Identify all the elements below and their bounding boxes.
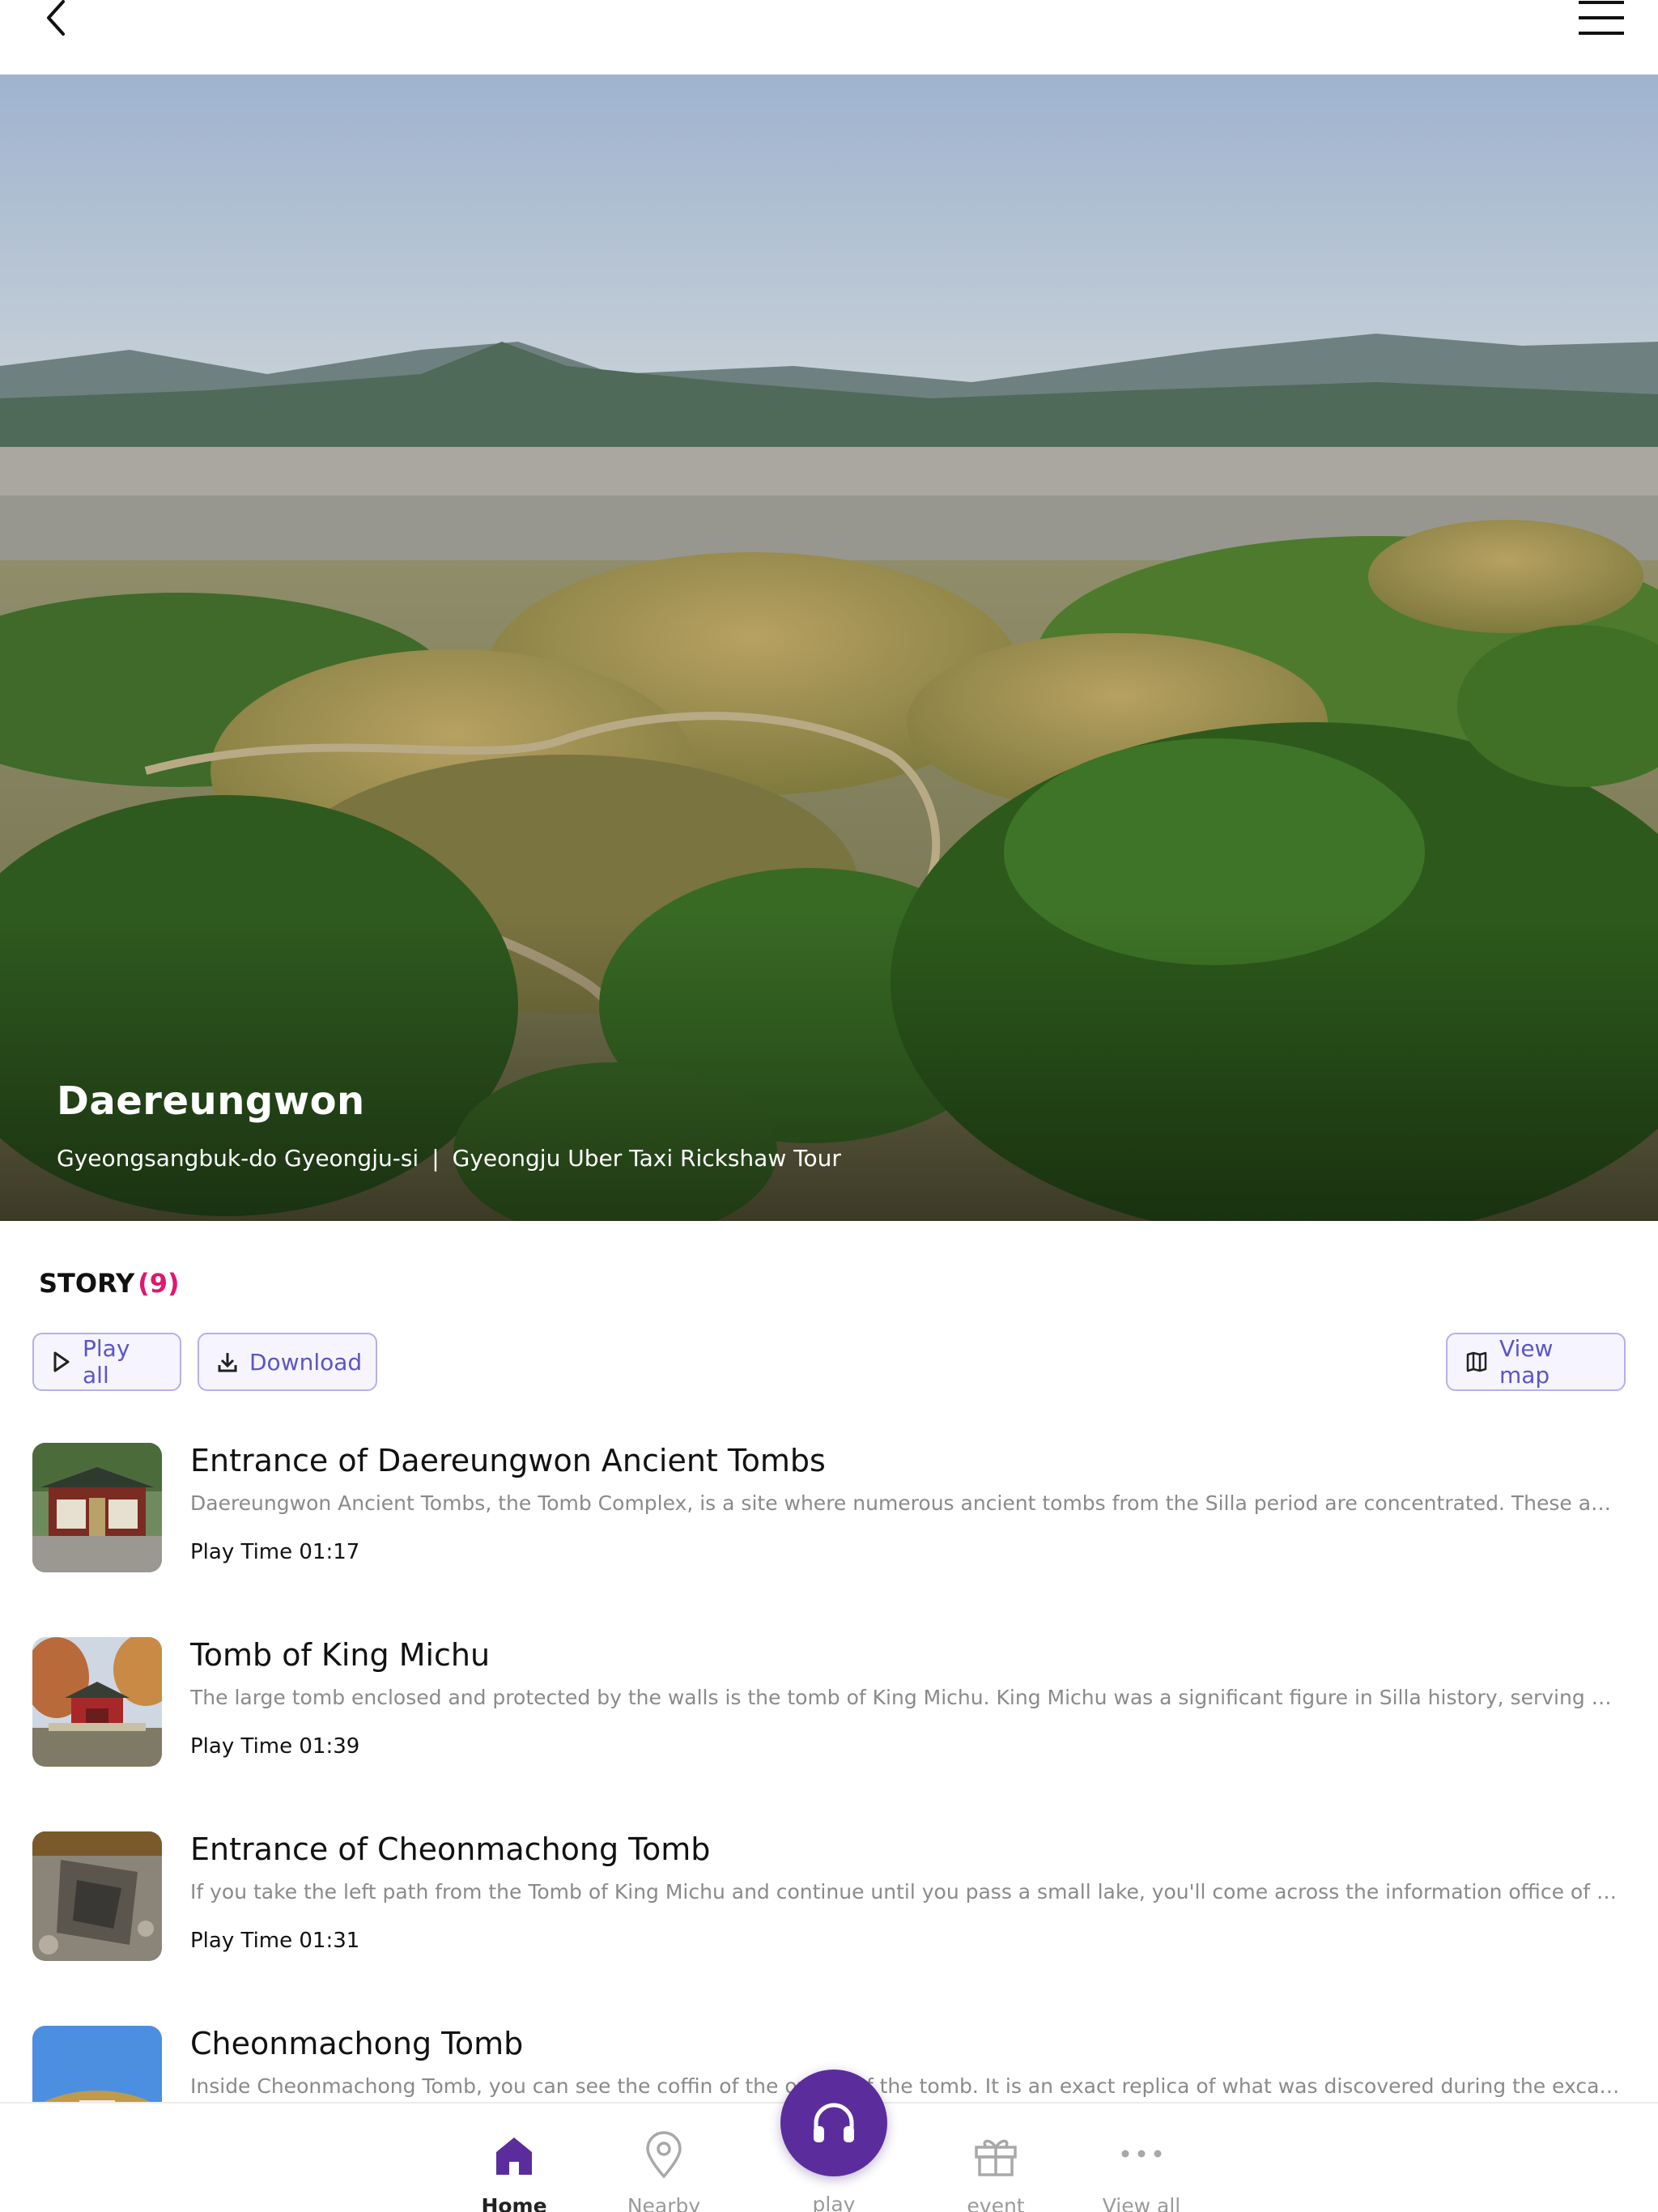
story-title: Entrance of Cheonmachong Tomb bbox=[190, 1831, 711, 1867]
nav-play-label: play bbox=[812, 2193, 856, 2212]
nav-home-label: Home bbox=[481, 2194, 547, 2212]
menu-button[interactable] bbox=[1577, 0, 1626, 37]
story-play-time: Play Time 01:17 bbox=[190, 1540, 360, 1564]
story-title: Cheonmachong Tomb bbox=[190, 2026, 524, 2061]
nav-event-label: event bbox=[967, 2194, 1025, 2212]
story-play-time: Play Time 01:39 bbox=[190, 1734, 360, 1759]
location-pin-icon bbox=[646, 2131, 682, 2179]
chevron-left-icon bbox=[47, 0, 65, 36]
top-bar bbox=[0, 0, 1658, 74]
story-heading: STORY (9) bbox=[39, 1268, 180, 1299]
view-map-button[interactable]: View map bbox=[1446, 1333, 1626, 1391]
story-description: Daereungwon Ancient Tombs, the Tomb Comp… bbox=[190, 1491, 1623, 1515]
screen: Daereungwon Gyeongsangbuk-do Gyeongju-si… bbox=[0, 0, 1658, 2212]
story-thumbnail bbox=[32, 1831, 162, 1961]
hero-subtitle: Gyeongsangbuk-do Gyeongju-si | Gyeongju Ub… bbox=[57, 1145, 841, 1172]
map-icon bbox=[1466, 1351, 1487, 1372]
download-icon bbox=[218, 1353, 237, 1372]
download-label: Download bbox=[249, 1348, 363, 1376]
story-label: STORY bbox=[39, 1268, 135, 1299]
gift-icon bbox=[975, 2139, 1017, 2176]
story-description: Inside Cheonmachong Tomb, you can see th… bbox=[190, 2074, 1623, 2098]
story-item[interactable]: Tomb of King Michu The large tomb enclos… bbox=[0, 1636, 1658, 1830]
nav-view-all[interactable]: View all bbox=[1085, 2104, 1198, 2212]
story-description: If you take the left path from the Tomb … bbox=[190, 1880, 1623, 1904]
hero-tour-name: Gyeongju Uber Taxi Rickshaw Tour bbox=[452, 1145, 841, 1172]
hero-banner: Daereungwon Gyeongsangbuk-do Gyeongju-si… bbox=[0, 74, 1658, 1221]
nav-view-all-label: View all bbox=[1102, 2194, 1181, 2212]
hero-separator: | bbox=[432, 1145, 440, 1172]
story-count: (9) bbox=[138, 1268, 180, 1299]
story-item[interactable]: Entrance of Daereungwon Ancient Tombs Da… bbox=[0, 1441, 1658, 1636]
nav-nearby-label: Nearby bbox=[627, 2194, 701, 2212]
play-outline-icon bbox=[53, 1351, 70, 1372]
story-description: The large tomb enclosed and protected by… bbox=[190, 1686, 1623, 1709]
story-item[interactable]: Entrance of Cheonmachong Tomb If you tak… bbox=[0, 1830, 1658, 2024]
back-button[interactable] bbox=[39, 0, 76, 37]
hero-title: Daereungwon bbox=[57, 1078, 365, 1124]
download-button[interactable]: Download bbox=[198, 1333, 377, 1391]
play-all-button[interactable]: Play all bbox=[32, 1333, 181, 1391]
play-fab-button[interactable] bbox=[780, 2069, 887, 2176]
nav-nearby[interactable]: Nearby bbox=[607, 2104, 721, 2212]
view-map-label: View map bbox=[1499, 1335, 1554, 1389]
story-title: Entrance of Daereungwon Ancient Tombs bbox=[190, 1443, 826, 1478]
hero-location: Gyeongsangbuk-do Gyeongju-si bbox=[57, 1145, 419, 1172]
story-thumbnail bbox=[32, 1443, 162, 1572]
story-thumbnail bbox=[32, 1637, 162, 1767]
more-dots-icon bbox=[1121, 2150, 1162, 2158]
nav-event[interactable]: event bbox=[939, 2104, 1052, 2212]
headphones-icon bbox=[814, 2103, 854, 2142]
story-title: Tomb of King Michu bbox=[190, 1637, 491, 1673]
nav-home[interactable]: Home bbox=[457, 2104, 571, 2212]
hero-gradient bbox=[0, 913, 1658, 1221]
hamburger-menu-icon bbox=[1579, 1, 1624, 35]
story-play-time: Play Time 01:31 bbox=[190, 1929, 360, 1953]
play-all-label: Play all bbox=[83, 1335, 130, 1389]
home-icon bbox=[496, 2138, 532, 2175]
